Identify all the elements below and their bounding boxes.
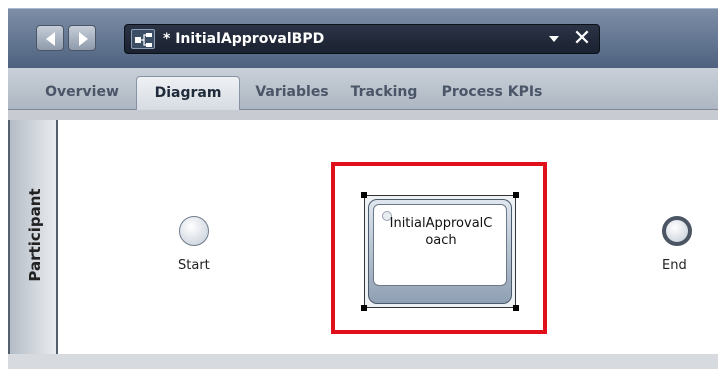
process-designer-window: * InitialApprovalBPD ✕ Overview Diagram … bbox=[0, 0, 718, 369]
lane-header[interactable]: Participant bbox=[8, 120, 58, 354]
arrow-left-icon bbox=[46, 32, 55, 46]
process-diagram-icon bbox=[131, 29, 155, 49]
tab-tracking[interactable]: Tracking bbox=[342, 78, 426, 108]
lane-label-box: Participant bbox=[25, 180, 45, 290]
tab-variables[interactable]: Variables bbox=[244, 78, 340, 108]
tab-process-kpis[interactable]: Process KPIs bbox=[428, 78, 556, 108]
lane-footer bbox=[8, 354, 718, 369]
end-event[interactable] bbox=[662, 216, 692, 246]
resize-handle[interactable] bbox=[513, 192, 519, 198]
forward-button[interactable] bbox=[68, 25, 96, 51]
title-bar: * InitialApprovalBPD ✕ bbox=[8, 8, 718, 68]
task-face: InitialApprovalC oach bbox=[373, 204, 507, 286]
document-selector[interactable]: * InitialApprovalBPD ✕ bbox=[124, 24, 600, 54]
resize-handle[interactable] bbox=[361, 305, 367, 311]
diagram-canvas[interactable]: Participant Start InitialApprovalC oach bbox=[8, 110, 718, 369]
task-label: InitialApprovalC oach bbox=[376, 215, 506, 249]
task-label-line: InitialApprovalC bbox=[389, 216, 493, 231]
start-event-label: Start bbox=[178, 258, 210, 273]
chevron-down-icon[interactable] bbox=[549, 36, 559, 42]
start-event[interactable] bbox=[179, 216, 209, 246]
task-body: InitialApprovalC oach bbox=[368, 199, 512, 304]
close-icon[interactable]: ✕ bbox=[571, 27, 593, 51]
back-button[interactable] bbox=[36, 25, 64, 51]
task-label-line: oach bbox=[425, 233, 457, 248]
tab-overview[interactable]: Overview bbox=[26, 78, 138, 108]
swimlane: Participant Start InitialApprovalC oach bbox=[8, 120, 718, 354]
arrow-right-icon bbox=[79, 32, 88, 46]
end-event-label: End bbox=[662, 258, 687, 273]
resize-handle[interactable] bbox=[513, 305, 519, 311]
lane-label: Participant bbox=[26, 188, 44, 282]
tab-diagram[interactable]: Diagram bbox=[136, 76, 240, 110]
coach-task[interactable]: InitialApprovalC oach bbox=[361, 192, 519, 311]
editor-tabs: Overview Diagram Variables Tracking Proc… bbox=[8, 68, 718, 110]
document-title: * InitialApprovalBPD bbox=[163, 31, 325, 47]
resize-handle[interactable] bbox=[361, 192, 367, 198]
